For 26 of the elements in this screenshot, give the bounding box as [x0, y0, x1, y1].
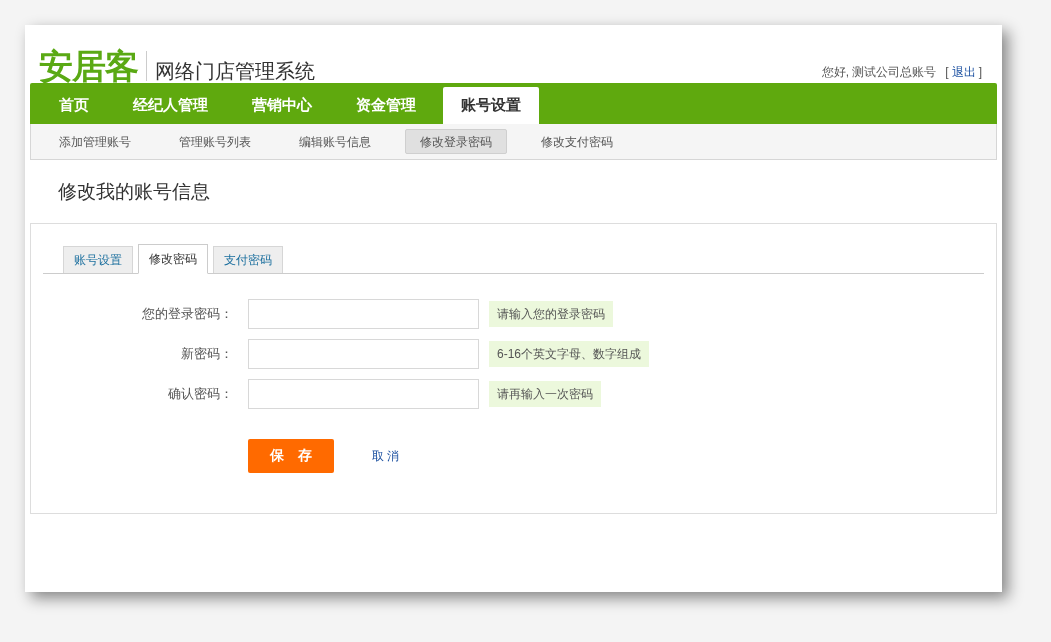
- password-field[interactable]: [248, 378, 479, 409]
- field-hint: 请输入您的登录密码: [489, 300, 613, 327]
- form-tab[interactable]: 修改密码: [138, 243, 208, 274]
- sub-nav-item[interactable]: 编辑账号信息: [285, 129, 385, 154]
- sub-nav-item[interactable]: 管理账号列表: [165, 129, 265, 154]
- cancel-link[interactable]: 取 消: [372, 446, 400, 465]
- logo: 安居客: [39, 49, 138, 83]
- field-label: 新密码：: [180, 344, 233, 363]
- field-hint: 请再输入一次密码: [489, 380, 601, 407]
- field-label: 确认密码：: [167, 384, 233, 403]
- sub-nav-item[interactable]: 修改登录密码: [405, 129, 507, 154]
- password-field[interactable]: [248, 298, 479, 329]
- form-tab[interactable]: 支付密码: [213, 245, 283, 273]
- bracket-text: [: [945, 64, 949, 81]
- field-hint: 6-16个英文字母、数字组成: [489, 340, 650, 367]
- sub-nav-item[interactable]: 添加管理账号: [45, 129, 145, 154]
- greeting-text: 您好, 测试公司总账号: [821, 64, 937, 81]
- system-name: 网络门店管理系统: [155, 61, 315, 81]
- nav-tab[interactable]: 账号设置: [443, 87, 539, 124]
- page-title: 修改我的账号信息: [58, 180, 211, 204]
- sub-nav-item[interactable]: 修改支付密码: [527, 129, 627, 154]
- logout-link[interactable]: 退出: [951, 63, 976, 81]
- password-field[interactable]: [248, 338, 479, 369]
- bracket-text: ]: [978, 64, 982, 81]
- field-label: 您的登录密码：: [141, 304, 233, 323]
- form-tab[interactable]: 账号设置: [63, 245, 133, 273]
